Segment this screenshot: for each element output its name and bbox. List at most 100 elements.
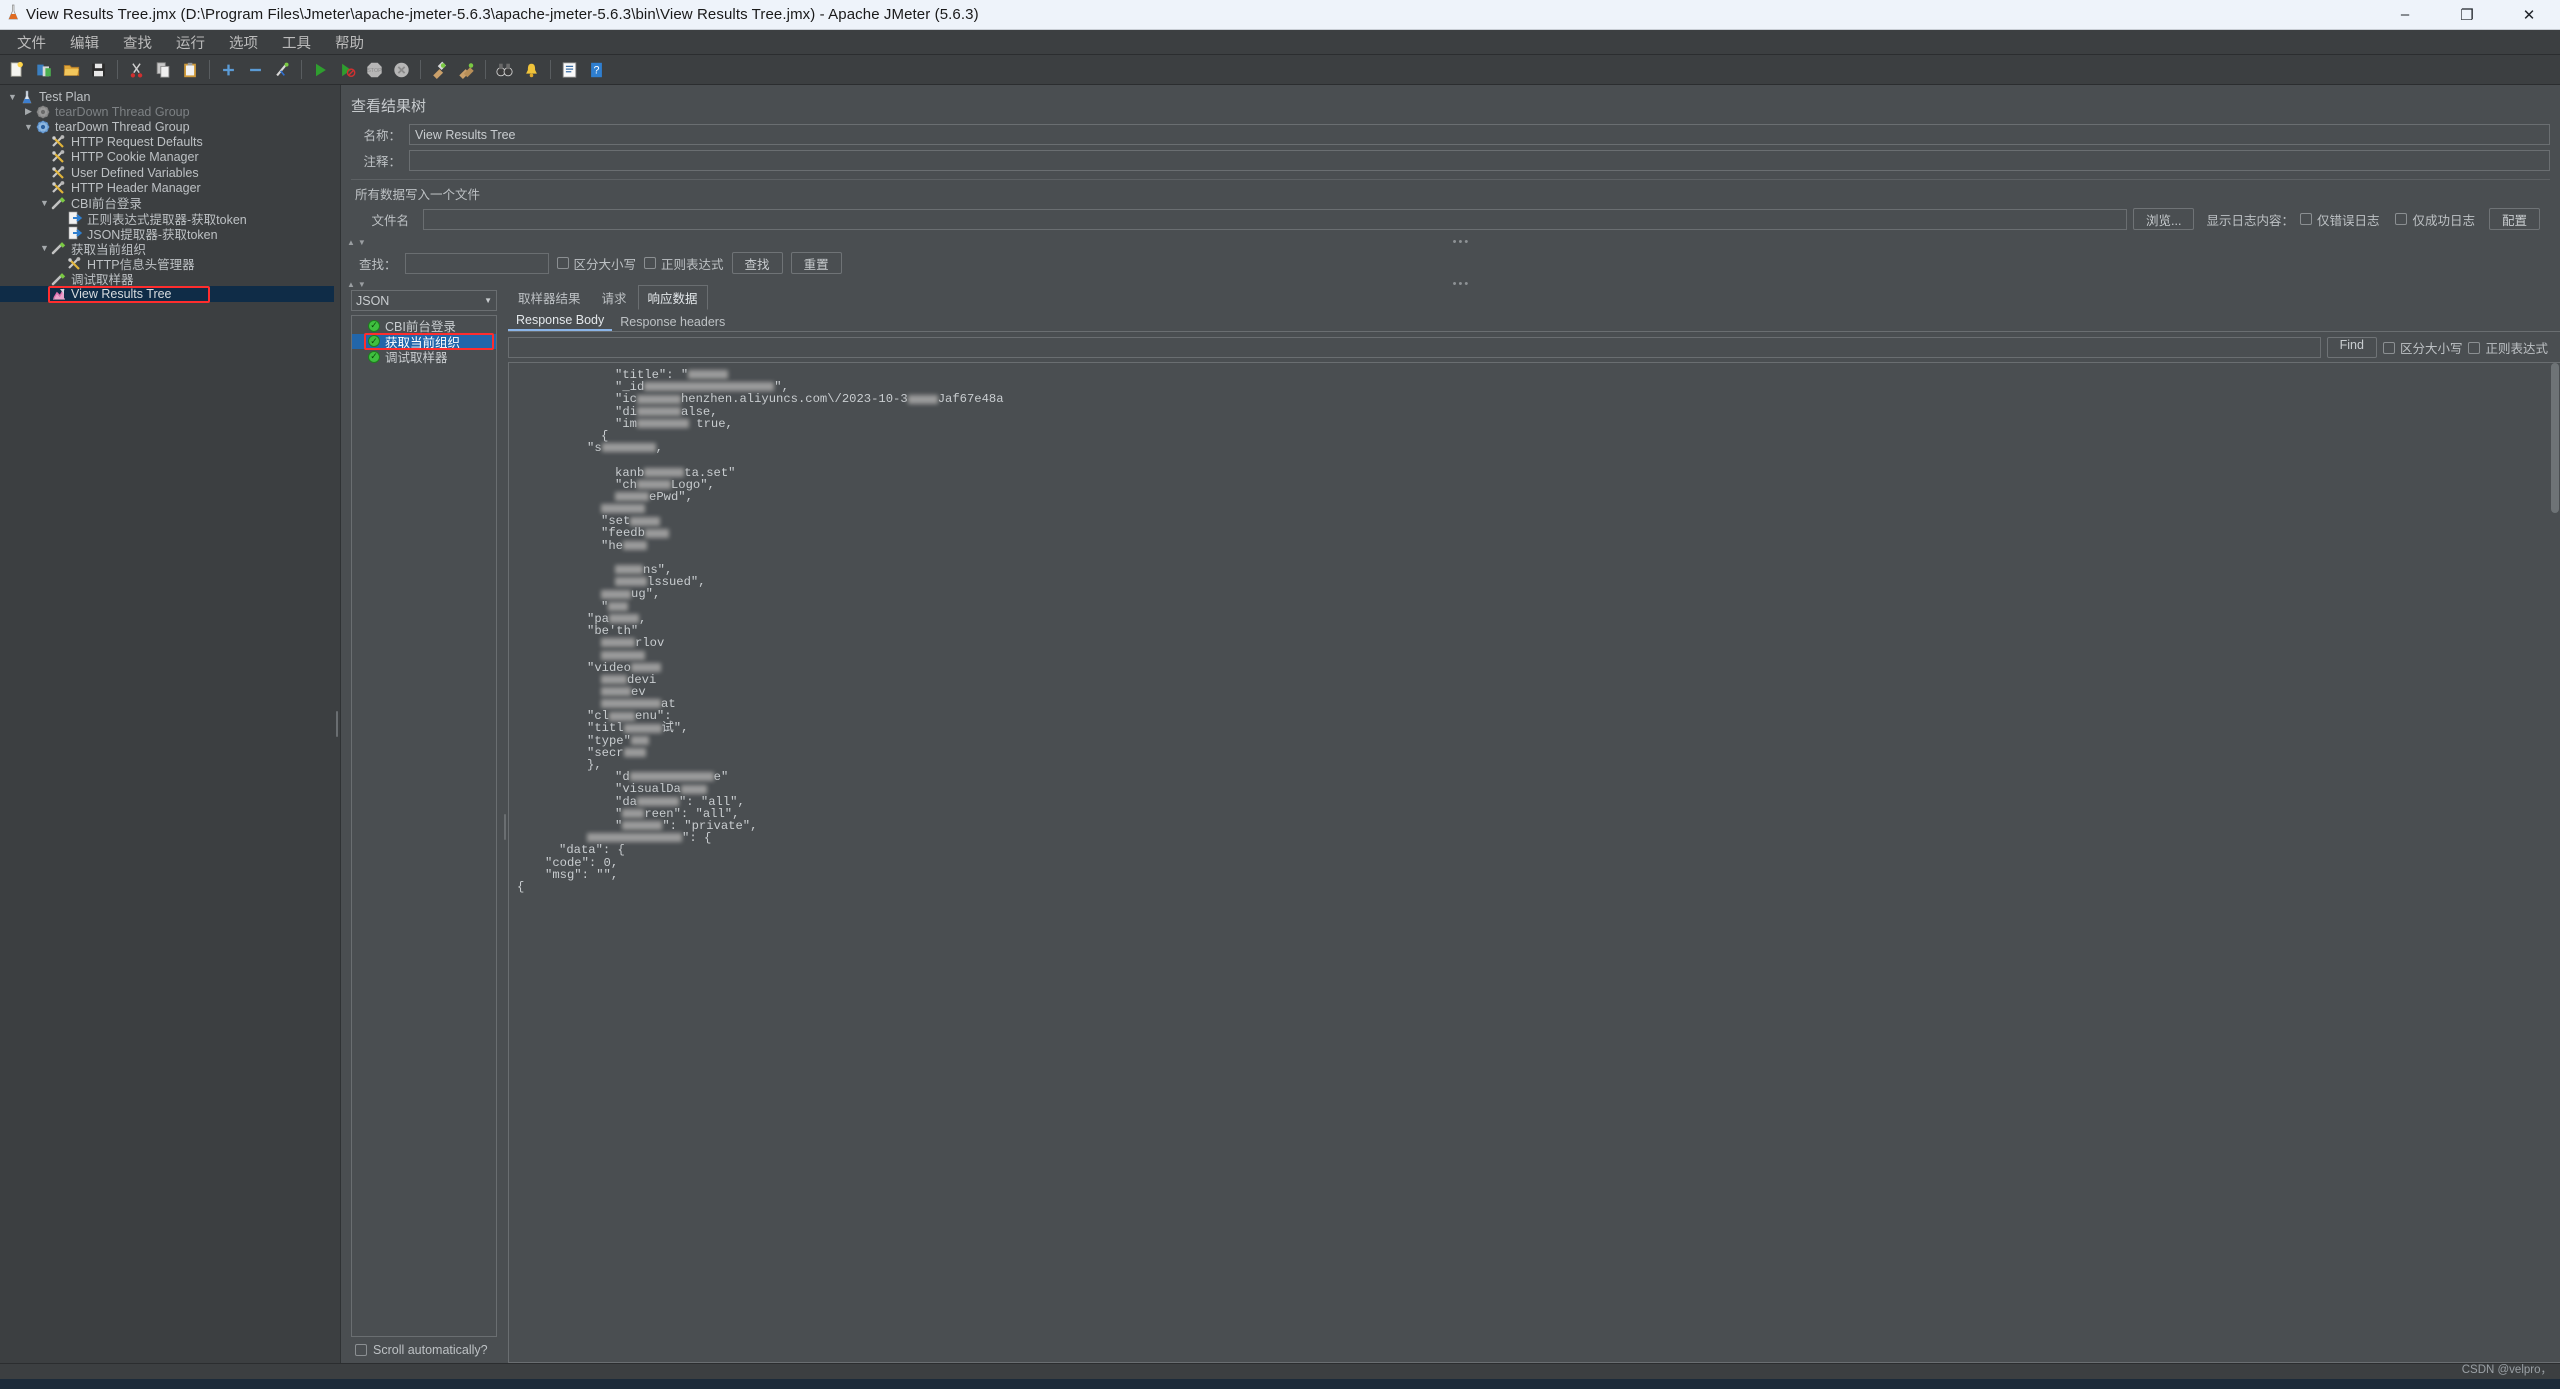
reset-search-icon[interactable]	[518, 57, 545, 83]
start-icon[interactable]	[307, 57, 334, 83]
find-regex-checkbox[interactable]: 正则表达式	[2468, 338, 2548, 357]
search-case-checkbox[interactable]: 区分大小写	[556, 254, 636, 273]
tree-node-view-results-tree[interactable]: View Results Tree	[0, 286, 334, 302]
chevron-down-icon[interactable]: ▼	[22, 122, 35, 132]
tree-node-teardown-thread-group-2[interactable]: ▼ tearDown Thread Group	[0, 119, 334, 134]
sampler-results-list[interactable]: ✓ CBI前台登录 ✓ 获取当前组织 ✓ 调试取样器	[351, 315, 497, 1337]
tab-response-data[interactable]: 响应数据	[637, 285, 708, 310]
chevron-down-icon[interactable]: ▼	[38, 243, 51, 253]
search-regex-checkbox[interactable]: 正则表达式	[644, 254, 724, 273]
toggle-icon[interactable]	[269, 57, 296, 83]
search-reset-button[interactable]: 重置	[790, 252, 842, 274]
chevron-down-icon[interactable]: ▼	[6, 92, 19, 102]
splitter-dots[interactable]: •••	[369, 237, 2554, 248]
tree-node-teardown-thread-group-1[interactable]: ▶ tearDown Thread Group	[0, 104, 334, 119]
errors-only-checkbox-box[interactable]	[2299, 213, 2312, 225]
tree-node-test-plan[interactable]: ▼ Test Plan	[0, 89, 334, 104]
find-case-checkbox[interactable]: 区分大小写	[2382, 338, 2462, 357]
find-case-checkbox-box[interactable]	[2382, 341, 2395, 354]
subtab-response-body[interactable]: Response Body	[508, 312, 613, 331]
menu-search[interactable]: 查找	[111, 29, 164, 56]
browse-button[interactable]: 浏览...	[2133, 208, 2195, 230]
clear-all-icon[interactable]	[453, 57, 480, 83]
function-helper-icon[interactable]	[556, 57, 583, 83]
cut-icon[interactable]	[123, 57, 150, 83]
subtab-response-headers[interactable]: Response headers	[612, 314, 733, 331]
clear-icon[interactable]	[426, 57, 453, 83]
response-scrollbar-thumb[interactable]	[2551, 363, 2559, 513]
menu-file[interactable]: 文件	[5, 29, 58, 56]
templates-icon[interactable]	[31, 57, 58, 83]
chevron-down-icon[interactable]: ▼	[38, 198, 51, 208]
jmeter-window: View Results Tree.jmx (D:\Program Files\…	[0, 0, 2560, 1389]
triangle-up-icon-2[interactable]: ▲	[347, 280, 355, 289]
redacted-text	[644, 528, 669, 538]
paste-icon[interactable]	[177, 57, 204, 83]
tree-node-http-cookie-manager[interactable]: HTTP Cookie Manager	[0, 150, 334, 165]
chevron-right-icon[interactable]: ▶	[22, 106, 35, 117]
tree-node-debug-sampler[interactable]: 调试取样器	[0, 271, 334, 287]
test-plan-tree[interactable]: ▼ Test Plan ▶ tearDown Thread Group ▼ tearDow…	[0, 85, 334, 1363]
window-title: View Results Tree.jmx (D:\Program Files\…	[26, 6, 979, 23]
configure-button[interactable]: 配置	[2488, 208, 2540, 230]
tree-node-user-defined-variables[interactable]: User Defined Variables	[0, 165, 334, 180]
maximize-button[interactable]: ❐	[2436, 0, 2498, 30]
find-button[interactable]: Find	[2326, 337, 2377, 358]
search-collapse-row[interactable]: ▲ ▼ •••	[341, 236, 2560, 248]
tree-node-http-request-defaults[interactable]: HTTP Request Defaults	[0, 135, 334, 150]
search-input[interactable]	[404, 252, 549, 274]
response-body-line: "title": "	[517, 369, 2560, 381]
menu-help[interactable]: 帮助	[323, 29, 376, 56]
expand-all-icon[interactable]	[215, 57, 242, 83]
scroll-automatically-checkbox-box[interactable]	[355, 1344, 367, 1356]
sampler-result-debug-sampler[interactable]: ✓ 调试取样器	[352, 349, 496, 365]
response-body-text[interactable]: "title": " "_id ", "ic henzhen.aliyuncs.com\…	[508, 362, 2560, 1363]
triangle-down-icon[interactable]: ▼	[358, 238, 366, 247]
shutdown-icon[interactable]	[388, 57, 415, 83]
response-body-line: " reen": "all",	[615, 806, 740, 821]
menu-edit[interactable]: 编辑	[58, 29, 111, 56]
menu-tools[interactable]: 工具	[270, 29, 323, 56]
tree-node-http-header-manager[interactable]: HTTP Header Manager	[0, 180, 334, 195]
response-scrollbar[interactable]	[2550, 363, 2560, 1362]
tree-node-json-extractor-token[interactable]: JSON提取器-获取token	[0, 226, 334, 242]
new-icon[interactable]	[4, 57, 31, 83]
filename-input[interactable]	[423, 208, 2128, 230]
menu-options[interactable]: 选项	[217, 29, 270, 56]
comment-input[interactable]	[409, 150, 2550, 171]
copy-icon[interactable]	[150, 57, 177, 83]
renderer-combo[interactable]: JSON ▼	[351, 290, 497, 311]
search-regex-checkbox-box[interactable]	[644, 257, 657, 269]
chevron-down-icon[interactable]: ▼	[484, 296, 492, 305]
scroll-automatically-checkbox[interactable]: Scroll automatically?	[351, 1337, 497, 1363]
tree-node-http-header-manager-2[interactable]: HTTP信息头管理器	[0, 256, 334, 272]
search-find-button[interactable]: 查找	[731, 252, 783, 274]
success-only-checkbox[interactable]: 仅成功日志	[2395, 210, 2475, 229]
name-input[interactable]	[409, 124, 2550, 145]
menu-run[interactable]: 运行	[164, 29, 217, 56]
search-case-checkbox-box[interactable]	[556, 257, 569, 269]
tab-request[interactable]: 请求	[592, 285, 637, 310]
close-button[interactable]: ✕	[2498, 0, 2560, 30]
tab-sampler-result[interactable]: 取样器结果	[508, 285, 591, 310]
triangle-down-icon-2[interactable]: ▼	[358, 280, 366, 289]
start-no-pause-icon[interactable]	[334, 57, 361, 83]
help-icon[interactable]: ?	[583, 57, 610, 83]
triangle-up-icon[interactable]: ▲	[347, 238, 355, 247]
collapse-all-icon[interactable]	[242, 57, 269, 83]
response-body-line: "cl enu":	[587, 709, 672, 724]
results-splitter[interactable]	[501, 290, 508, 1363]
minimize-button[interactable]: –	[2374, 0, 2436, 30]
search-icon[interactable]	[491, 57, 518, 83]
find-regex-checkbox-box[interactable]	[2468, 341, 2481, 354]
redacted-text	[608, 711, 635, 721]
response-body-line: "s,	[587, 441, 663, 456]
success-status-icon: ✓	[368, 319, 380, 332]
success-only-checkbox-box[interactable]	[2395, 213, 2408, 225]
errors-only-checkbox[interactable]: 仅错误日志	[2299, 210, 2379, 229]
redacted-text	[636, 406, 681, 416]
stop-icon[interactable]: STOP	[361, 57, 388, 83]
open-icon[interactable]	[58, 57, 85, 83]
save-icon[interactable]	[85, 57, 112, 83]
find-input[interactable]	[508, 337, 2321, 358]
